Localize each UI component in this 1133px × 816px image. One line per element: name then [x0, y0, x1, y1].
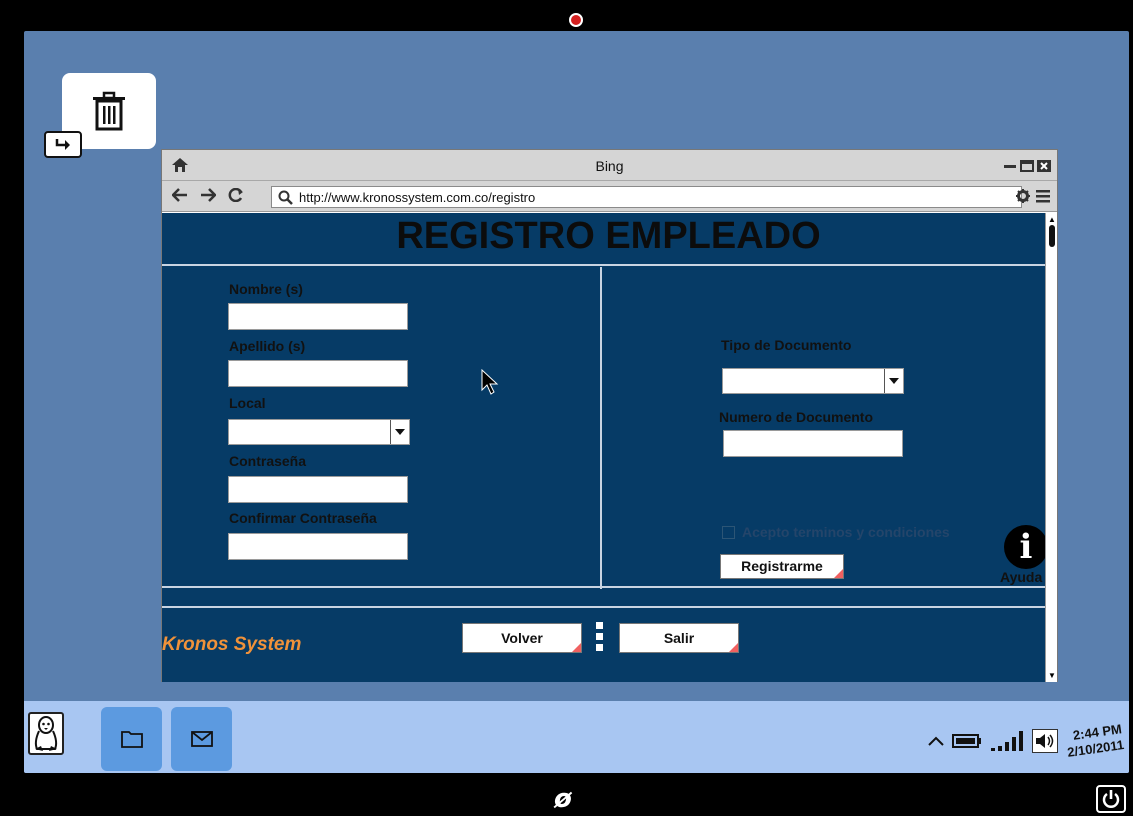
register-button-label: Registrarme [741, 558, 823, 574]
battery-icon[interactable] [951, 733, 982, 749]
forward-arrow-icon[interactable] [200, 188, 216, 202]
tipo-documento-label: Tipo de Documento [721, 337, 852, 353]
confirm-password-label: Confirmar Contraseña [229, 510, 377, 526]
nombre-label: Nombre (s) [229, 281, 303, 297]
start-button[interactable] [28, 712, 64, 755]
reload-icon[interactable] [228, 188, 244, 202]
menu-icon[interactable] [1036, 189, 1050, 203]
link-corner-icon [729, 643, 738, 652]
close-icon[interactable] [1037, 159, 1051, 173]
folder-icon [120, 731, 143, 748]
power-icon [1102, 790, 1120, 808]
local-select[interactable] [228, 419, 410, 445]
browser-window: Bing http://www.kronossystem.com.co/regi… [161, 149, 1058, 682]
device-logo-icon: ø [554, 784, 572, 814]
password-input[interactable] [228, 476, 408, 503]
search-icon [278, 190, 293, 205]
separator-dots-icon [596, 622, 604, 652]
browser-title: Bing [595, 158, 624, 174]
back-button[interactable]: Volver [462, 623, 582, 653]
browser-titlebar: Bing [162, 150, 1057, 181]
camera-indicator [569, 13, 583, 27]
volume-icon [1035, 734, 1054, 748]
terms-label[interactable]: Acepto terminos y condiciones [742, 524, 950, 540]
page-title: REGISTRO EMPLEADO [396, 215, 821, 257]
link-corner-icon [834, 569, 843, 578]
chevron-down-icon[interactable] [390, 420, 409, 444]
mail-icon [190, 731, 213, 747]
window-controls [1003, 159, 1051, 173]
nav-buttons [172, 188, 244, 202]
desktop-screen: Bing http://www.kronossystem.com.co/regi… [24, 31, 1129, 773]
back-button-label: Volver [501, 630, 543, 646]
back-arrow-icon[interactable] [172, 188, 188, 202]
header-divider [162, 264, 1055, 266]
chevron-down-icon[interactable] [884, 369, 903, 393]
scroll-up-icon[interactable]: ▲ [1048, 215, 1056, 224]
volume-button[interactable] [1031, 729, 1058, 753]
page-content: REGISTRO EMPLEADO Nombre (s) Apellido (s… [162, 213, 1055, 682]
taskbar-mail-button[interactable] [171, 707, 232, 771]
apellido-input[interactable] [228, 360, 408, 387]
column-divider [600, 267, 602, 589]
taskbar: 2:44 PM 2/10/2011 [24, 701, 1129, 773]
power-button[interactable] [1096, 785, 1126, 813]
tipo-documento-select[interactable] [722, 368, 904, 394]
password-label: Contraseña [229, 453, 307, 469]
link-corner-icon [572, 643, 581, 652]
apellido-label: Apellido (s) [229, 338, 306, 354]
minimize-icon[interactable] [1003, 159, 1017, 173]
gear-icon[interactable] [1016, 189, 1030, 203]
maximize-icon[interactable] [1020, 159, 1034, 173]
signal-icon[interactable] [990, 730, 1024, 752]
system-tray: 2:44 PM 2/10/2011 [928, 721, 1125, 761]
url-text: http://www.kronossystem.com.co/registro [299, 190, 536, 205]
info-icon[interactable]: i [1004, 525, 1048, 569]
numero-documento-input[interactable] [723, 430, 903, 457]
register-button[interactable]: Registrarme [720, 554, 844, 579]
local-label: Local [229, 395, 266, 411]
terms-checkbox[interactable] [722, 526, 735, 539]
exit-button-label: Salir [663, 630, 695, 646]
chevron-up-icon[interactable] [928, 736, 944, 746]
vertical-scrollbar[interactable]: ▲ ▼ [1045, 213, 1057, 682]
address-bar[interactable]: http://www.kronossystem.com.co/registro [271, 186, 1022, 208]
taskbar-files-button[interactable] [101, 707, 162, 771]
footer-divider [162, 606, 1055, 608]
help-label[interactable]: Ayuda [1000, 569, 1042, 585]
confirm-password-input[interactable] [228, 533, 408, 560]
browser-navbar: http://www.kronossystem.com.co/registro [162, 181, 1057, 212]
scrollbar-thumb[interactable] [1049, 225, 1055, 247]
linux-penguin-icon [34, 715, 58, 751]
device-frame: Bing http://www.kronossystem.com.co/regi… [0, 0, 1133, 816]
mouse-cursor-icon [481, 369, 499, 395]
clock[interactable]: 2:44 PM 2/10/2011 [1064, 721, 1125, 761]
shortcut-arrow-icon [44, 131, 82, 158]
form-bottom-divider [162, 586, 1055, 588]
exit-button[interactable]: Salir [619, 623, 739, 653]
nombre-input[interactable] [228, 303, 408, 330]
numero-documento-label: Numero de Documento [719, 409, 874, 425]
brand-name: Kronos System [162, 634, 302, 655]
trash-icon [93, 91, 125, 131]
scroll-down-icon[interactable]: ▼ [1048, 671, 1056, 680]
